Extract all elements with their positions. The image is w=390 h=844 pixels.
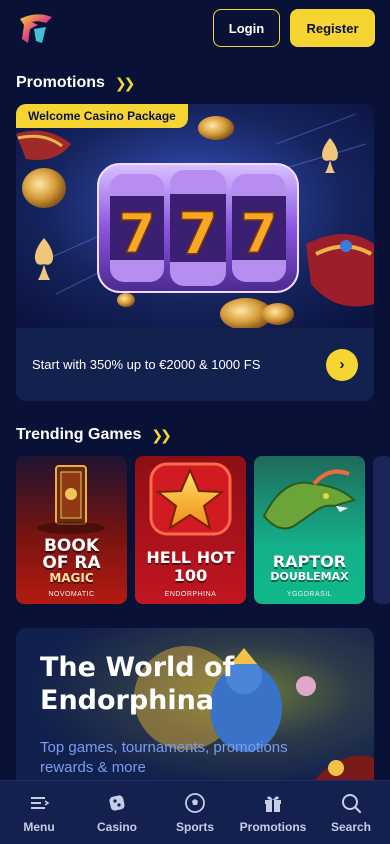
page: Login Register Promotions ❯❯ 7 7 7 Welco… bbox=[0, 0, 390, 844]
game-title-line2: 100 bbox=[173, 566, 208, 585]
banner-title-line1: The World of bbox=[40, 652, 235, 683]
nav-label: Search bbox=[330, 819, 372, 834]
banner-subtitle: Top games, tournaments, promotions rewar… bbox=[40, 739, 288, 776]
banner-title-line2: Endorphina bbox=[40, 684, 215, 716]
nav-sports[interactable]: Sports bbox=[158, 792, 232, 834]
game-title-line2: DOUBLEMAX bbox=[270, 570, 349, 583]
promo-offer-text: Start with 350% up to €2000 & 1000 FS bbox=[32, 357, 261, 372]
promotions-heading[interactable]: Promotions ❯❯ bbox=[16, 74, 136, 92]
reel-2: 7 bbox=[178, 200, 218, 268]
promo-badge: Welcome Casino Package bbox=[16, 104, 188, 128]
nav-label: Menu bbox=[23, 819, 55, 834]
soccer-ball-icon bbox=[185, 792, 205, 813]
reel-3: 7 bbox=[240, 202, 278, 265]
brand-logo[interactable] bbox=[16, 9, 56, 49]
game-title-line3: MAGIC bbox=[49, 571, 94, 585]
trending-heading[interactable]: Trending Games ❯❯ bbox=[16, 426, 172, 444]
game-provider: NOVOMATIC bbox=[48, 591, 95, 598]
header: Login Register bbox=[0, 0, 390, 58]
chevron-right-icon[interactable]: › bbox=[326, 348, 358, 381]
game-title-line2: OF RA bbox=[42, 553, 101, 573]
nav-label: Promotions bbox=[239, 819, 307, 834]
game-card-raptor-doublemax[interactable]: RAPTOR DOUBLEMAX YGGDRASIL bbox=[254, 456, 365, 604]
menu-icon bbox=[31, 796, 50, 809]
promo-card[interactable]: 7 7 7 Welcome Casino Package Start with … bbox=[16, 104, 374, 401]
slot-machine-art: 7 7 7 bbox=[16, 104, 374, 328]
nav-menu[interactable]: Menu bbox=[2, 792, 76, 834]
promo-offer-bar[interactable]: Start with 350% up to €2000 & 1000 FS › bbox=[16, 328, 374, 401]
banner-title: The World of Endorphina bbox=[40, 652, 234, 718]
bottom-nav: Menu Casino Sports Promotions Search bbox=[0, 780, 390, 844]
double-chevron-right-icon: ❯❯ bbox=[151, 426, 172, 443]
game-card-book-of-ra-magic[interactable]: BOOK OF RA MAGIC NOVOMATIC bbox=[16, 456, 127, 604]
game-title-line1: RAPTOR bbox=[272, 552, 347, 571]
login-button[interactable]: Login bbox=[213, 9, 280, 47]
nav-label: Sports bbox=[175, 819, 214, 834]
casino-icon bbox=[109, 794, 125, 811]
promotions-title: Promotions bbox=[16, 74, 105, 91]
game-title-line1: HELL HOT bbox=[146, 548, 235, 567]
nav-casino[interactable]: Casino bbox=[80, 792, 154, 834]
endorphina-banner[interactable]: The World of Endorphina Top games, tourn… bbox=[16, 628, 374, 788]
register-button[interactable]: Register bbox=[290, 9, 375, 47]
game-provider: ENDORPHINA bbox=[164, 591, 217, 598]
gift-icon bbox=[265, 795, 281, 812]
search-icon bbox=[342, 793, 362, 813]
trending-title: Trending Games bbox=[16, 426, 142, 443]
nav-promotions[interactable]: Promotions bbox=[236, 792, 310, 834]
double-chevron-right-icon: ❯❯ bbox=[114, 74, 136, 91]
game-provider: YGGDRASIL bbox=[286, 591, 333, 598]
game-card-hell-hot-100[interactable]: HELL HOT 100 ENDORPHINA bbox=[135, 456, 246, 604]
game-card-peek[interactable] bbox=[373, 456, 390, 604]
reel-1: 7 bbox=[118, 202, 156, 265]
nav-label: Casino bbox=[96, 819, 137, 834]
nav-search[interactable]: Search bbox=[314, 792, 388, 834]
